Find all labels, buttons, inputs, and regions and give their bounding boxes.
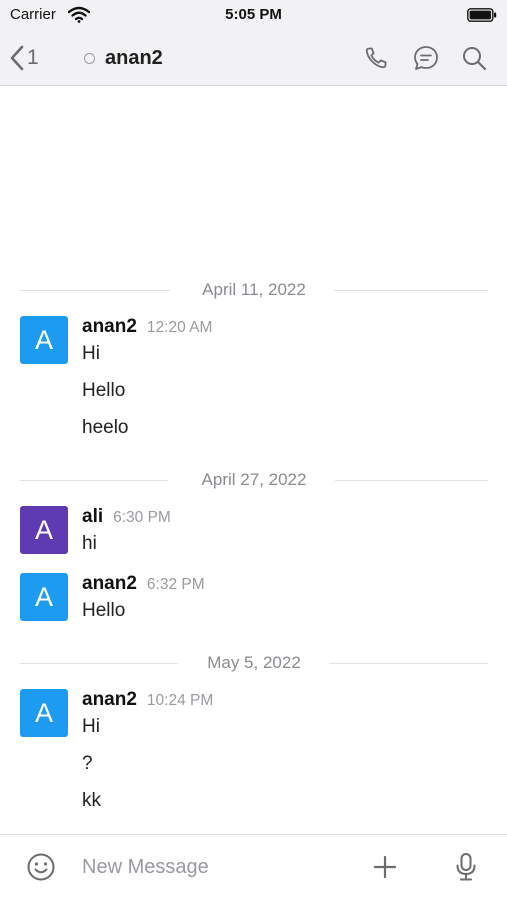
author-name[interactable]: ali [82,506,103,527]
unread-count: 1 [27,46,39,69]
message-text[interactable]: ? [82,752,93,776]
phone-icon [365,47,387,69]
message-text[interactable]: Hello [82,599,125,623]
microphone-button[interactable] [455,852,477,887]
room-name: anan2 [105,46,163,69]
emoji-button[interactable] [26,852,56,887]
threads-button[interactable] [410,42,442,74]
message-time: 6:30 PM [113,509,171,526]
add-attachment-button[interactable] [372,854,398,885]
message-group: A anan2 6:32 PM Hello [20,573,488,623]
status-offline-icon [84,52,95,64]
message-group: A anan2 12:20 AM Hi Hello heelo [20,316,488,446]
message-input[interactable] [72,850,362,884]
message-header: anan2 10:24 PM [82,689,213,711]
avatar[interactable]: A [20,506,68,554]
search-button[interactable] [458,42,490,74]
message-text[interactable]: kk [82,789,101,813]
message-composer [0,834,507,900]
author-name[interactable]: anan2 [82,316,137,337]
date-label: May 5, 2022 [207,653,301,672]
search-icon [463,47,487,71]
back-button[interactable]: 1 [10,42,39,74]
author-name[interactable]: anan2 [82,689,137,710]
battery-icon [467,8,497,22]
message-group: A ali 6:30 PM hi [20,506,488,556]
status-bar: Carrier 5:05 PM [0,0,507,30]
message-text[interactable]: Hi [82,342,100,366]
message-time: 6:32 PM [146,576,205,593]
message-header: anan2 6:32 PM [82,573,205,595]
room-title[interactable]: anan2 [84,42,163,74]
avatar[interactable]: A [20,689,68,737]
date-divider: May 5, 2022 [20,653,488,673]
smiley-icon [27,853,55,881]
chevron-left-icon [10,45,24,71]
author-name[interactable]: anan2 [82,573,137,594]
message-text[interactable]: heelo [82,416,129,440]
message-text[interactable]: Hello [82,379,125,403]
message-header: anan2 12:20 AM [82,316,212,338]
message-group: A anan2 10:24 PM Hi ? kk [20,689,488,819]
avatar[interactable]: A [20,316,68,364]
room-header: 1 anan2 [0,30,507,86]
call-button[interactable] [360,42,392,74]
message-text[interactable]: Hi [82,715,100,739]
discussion-icon [414,46,438,70]
message-text[interactable]: hi [82,532,97,556]
message-time: 12:20 AM [146,319,213,336]
microphone-icon [456,853,476,881]
date-label: April 27, 2022 [201,470,307,489]
plus-icon [373,855,397,879]
avatar[interactable]: A [20,573,68,621]
message-list[interactable]: April 11, 2022 A anan2 12:20 AM Hi Hello … [0,86,507,834]
status-time: 5:05 PM [225,6,282,23]
date-label: April 11, 2022 [202,280,306,299]
date-divider: April 27, 2022 [20,470,488,490]
message-time: 10:24 PM [146,692,214,709]
message-header: ali 6:30 PM [82,506,171,528]
date-divider: April 11, 2022 [20,280,488,300]
